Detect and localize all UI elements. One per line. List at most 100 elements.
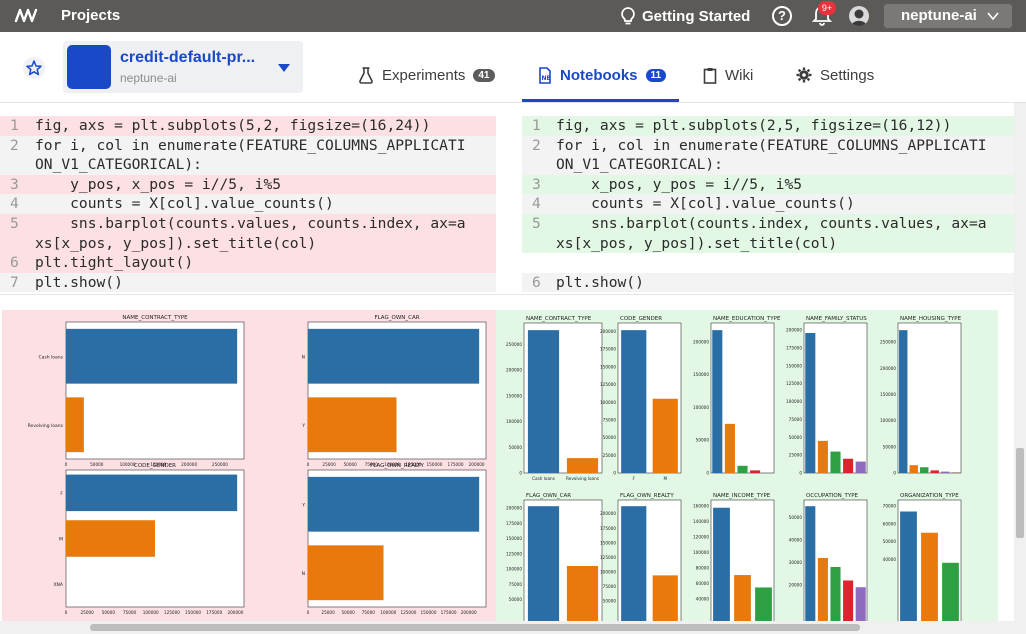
project-selector[interactable]: credit-default-pr... neptune-ai bbox=[63, 41, 303, 93]
chart-tick-label: 50000 bbox=[789, 435, 803, 440]
code-line[interactable]: counts = X[col].value_counts() bbox=[35, 194, 334, 214]
chart-bar bbox=[566, 458, 599, 473]
code-line[interactable]: x_pos, y_pos = i//5, i%5 bbox=[556, 175, 802, 195]
lightbulb-icon bbox=[621, 7, 635, 25]
tab-settings[interactable]: Settings bbox=[796, 62, 874, 88]
help-icon[interactable]: ? bbox=[772, 6, 792, 26]
vertical-scrollbar[interactable] bbox=[1014, 103, 1026, 634]
project-org: neptune-ai bbox=[120, 71, 177, 85]
tab-notebooks[interactable]: NB Notebooks 11 bbox=[538, 62, 667, 88]
gear-icon bbox=[796, 67, 812, 83]
chart-tick-label: 75000 bbox=[789, 417, 803, 422]
chart-tick-label: 75000 bbox=[603, 584, 617, 589]
chart-tick-label: 50000 bbox=[342, 610, 356, 615]
getting-started-button[interactable]: Getting Started bbox=[620, 5, 750, 27]
chart-category-label: Y bbox=[301, 502, 305, 508]
chart-tick-label: 50000 bbox=[509, 445, 523, 450]
chart-tick-label: 50000 bbox=[883, 539, 897, 544]
code-line[interactable]: for i, col in enumerate(FEATURE_COLUMNS_… bbox=[35, 136, 466, 156]
chevron-down-icon bbox=[987, 12, 999, 21]
chart-tick-label: 200000 bbox=[600, 329, 616, 334]
chart-tick-label: 175000 bbox=[600, 526, 616, 531]
chart-tick-label: 60000 bbox=[883, 521, 897, 526]
output-right: NAME_CONTRACT_TYPE 0 50000 100000 150000 2000… bbox=[496, 310, 998, 622]
chart-tick-label: 200000 bbox=[506, 368, 522, 373]
clipboard-icon bbox=[703, 67, 717, 84]
chart-bar bbox=[308, 328, 480, 384]
vertical-scroll-thumb[interactable] bbox=[1016, 448, 1024, 538]
chart-tick-label: 150000 bbox=[506, 536, 522, 541]
chart-bar bbox=[713, 507, 730, 622]
tab-wiki[interactable]: Wiki bbox=[703, 62, 753, 88]
org-name: neptune-ai bbox=[901, 7, 977, 24]
chart-bar bbox=[920, 467, 929, 473]
chart-tick-label: 50000 bbox=[789, 515, 803, 520]
code-line[interactable]: for i, col in enumerate(FEATURE_COLUMNS_… bbox=[556, 136, 987, 156]
chart-bar bbox=[805, 506, 816, 622]
chart-tick-label: 75000 bbox=[509, 582, 523, 587]
projects-link[interactable]: Projects bbox=[61, 7, 120, 24]
code-line[interactable]: plt.show() bbox=[35, 273, 123, 293]
chart-tick-label: 50000 bbox=[343, 462, 357, 467]
line-number: 2 bbox=[10, 136, 19, 154]
chart-bar bbox=[921, 532, 938, 622]
chart-tick-label: 0 bbox=[799, 471, 802, 476]
line-number: 1 bbox=[532, 117, 541, 134]
chart-bar bbox=[750, 470, 761, 473]
avatar[interactable] bbox=[849, 6, 869, 26]
chart-tick-label: 40000 bbox=[883, 557, 897, 562]
chart-bar bbox=[843, 458, 854, 473]
chart-tick-label: 175000 bbox=[506, 521, 522, 526]
code-line[interactable]: xs[x_pos, y_pos]).set_title(col) bbox=[35, 234, 316, 254]
chart-tick-label: 20000 bbox=[789, 582, 803, 587]
chart-tick-label: 0 bbox=[519, 471, 522, 476]
chart-bar bbox=[817, 440, 828, 473]
diff-right-code: 1 2 3 4 5 6 fig, axs = plt.subplots(2,5,… bbox=[522, 113, 1014, 293]
chart-tick-label: 100000 bbox=[693, 405, 709, 410]
chart-tick-label: 150000 bbox=[506, 393, 522, 398]
horizontal-scrollbar[interactable] bbox=[0, 621, 1014, 634]
chart-category-label: F bbox=[633, 476, 636, 481]
chart-tick-label: 125000 bbox=[400, 610, 416, 615]
chart-tick-label: 60000 bbox=[696, 581, 710, 586]
code-line[interactable]: sns.barplot(counts.values, counts.index,… bbox=[35, 214, 465, 234]
chart-tick-label: 200000 bbox=[469, 462, 485, 467]
chart-tick-label: 100000 bbox=[880, 418, 896, 423]
chart-tick-label: 80000 bbox=[696, 566, 710, 571]
chart-tick-label: 200000 bbox=[880, 366, 896, 371]
tab-notebooks-count: 11 bbox=[645, 68, 667, 82]
code-line[interactable]: sns.barplot(counts.index, counts.values,… bbox=[556, 214, 986, 234]
code-line[interactable]: counts = X[col].value_counts() bbox=[556, 194, 855, 214]
chart-bar bbox=[652, 575, 678, 622]
chart-tick-label: 250000 bbox=[880, 340, 896, 345]
star-icon bbox=[26, 60, 42, 76]
project-header: credit-default-pr... neptune-ai Experime… bbox=[0, 32, 1026, 103]
chart-tick-label: 100000 bbox=[380, 610, 396, 615]
code-line[interactable]: plt.show() bbox=[556, 273, 644, 293]
chart-tick-label: 150000 bbox=[426, 462, 442, 467]
chart-bar bbox=[817, 557, 828, 622]
chart-tick-label: 25000 bbox=[322, 462, 336, 467]
chart-tick-label: 175000 bbox=[448, 462, 464, 467]
code-line[interactable]: ON_V1_CATEGORICAL): bbox=[556, 155, 723, 175]
chart-bar bbox=[66, 397, 84, 453]
chart-tick-label: 25000 bbox=[321, 610, 335, 615]
chart-bar bbox=[621, 506, 647, 622]
org-selector[interactable]: neptune-ai bbox=[884, 4, 1012, 28]
chart-category-label: M bbox=[663, 476, 667, 481]
code-line[interactable]: fig, axs = plt.subplots(5,2, figsize=(16… bbox=[35, 116, 430, 136]
code-line[interactable]: y_pos, x_pos = i//5, i%5 bbox=[35, 175, 281, 195]
tab-experiments[interactable]: Experiments 41 bbox=[358, 62, 495, 88]
code-line[interactable]: fig, axs = plt.subplots(2,5, figsize=(16… bbox=[556, 116, 951, 136]
code-line[interactable]: xs[x_pos, y_pos]).set_title(col) bbox=[556, 234, 837, 254]
chart-bar bbox=[734, 575, 751, 622]
horizontal-scroll-thumb[interactable] bbox=[90, 624, 860, 631]
neptune-logo-icon[interactable] bbox=[14, 6, 42, 26]
chart-tick-label: 25000 bbox=[603, 453, 617, 458]
chart-tick-label: 0 bbox=[65, 610, 68, 615]
code-line[interactable]: ON_V1_CATEGORICAL): bbox=[35, 155, 202, 175]
code-line[interactable]: plt.tight_layout() bbox=[35, 253, 193, 273]
favorite-button[interactable] bbox=[23, 57, 45, 79]
diff-left-code: 1 2 3 4 5 6 7 fig, axs = plt.subplots(5,… bbox=[0, 113, 496, 293]
chart-tick-label: 40000 bbox=[789, 537, 803, 542]
